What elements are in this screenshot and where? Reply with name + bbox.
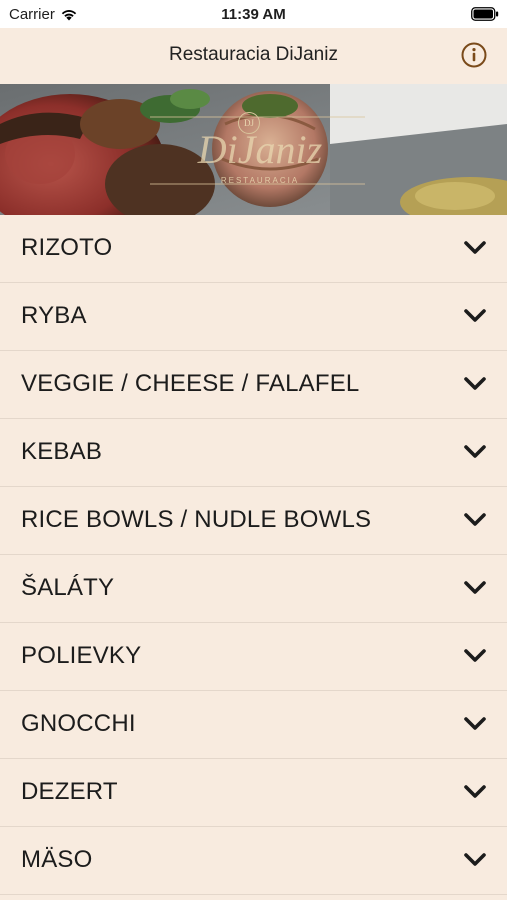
menu-category-label: ŠALÁTY: [21, 574, 115, 601]
status-bar: Carrier 11:39 AM: [0, 0, 507, 28]
menu-category-gnocchi[interactable]: GNOCCHI: [0, 691, 507, 759]
logo-wordmark: DiJaniz: [197, 127, 323, 172]
page-title: Restauracia DiJaniz: [169, 44, 338, 65]
menu-category-rizoto[interactable]: RIZOTO: [0, 215, 507, 283]
menu-category-salaty[interactable]: ŠALÁTY: [0, 555, 507, 623]
menu-category-label: DEZERT: [21, 778, 118, 805]
menu-category-label: MÄSO: [21, 846, 93, 873]
restaurant-logo: DJ DiJaniz RESTAURACIA: [0, 84, 507, 215]
chevron-down-icon[interactable]: [463, 715, 487, 733]
chevron-down-icon[interactable]: [463, 511, 487, 529]
menu-category-kebab[interactable]: KEBAB: [0, 419, 507, 487]
menu-category-label: GNOCCHI: [21, 710, 136, 737]
menu-category-maso[interactable]: MÄSO: [0, 827, 507, 895]
chevron-down-icon[interactable]: [463, 375, 487, 393]
chevron-down-icon[interactable]: [463, 443, 487, 461]
menu-category-label: KEBAB: [21, 438, 103, 465]
clock: 11:39 AM: [221, 6, 286, 23]
chevron-down-icon[interactable]: [463, 579, 487, 597]
menu-category-list: RIZOTO RYBA VEGGIE / CHEESE / FALAFEL KE…: [0, 215, 507, 895]
menu-category-rice-nudle-bowls[interactable]: RICE BOWLS / NUDLE BOWLS: [0, 487, 507, 555]
menu-category-dezert[interactable]: DEZERT: [0, 759, 507, 827]
menu-category-label: POLIEVKY: [21, 642, 142, 669]
chevron-down-icon[interactable]: [463, 783, 487, 801]
menu-category-label: VEGGIE / CHEESE / FALAFEL: [21, 370, 360, 397]
menu-category-veggie-cheese-falafel[interactable]: VEGGIE / CHEESE / FALAFEL: [0, 351, 507, 419]
menu-category-label: RIZOTO: [21, 234, 113, 261]
logo-subtitle: RESTAURACIA: [220, 176, 300, 185]
chevron-down-icon[interactable]: [463, 307, 487, 325]
menu-category-label: RICE BOWLS / NUDLE BOWLS: [21, 506, 372, 533]
battery-icon: [471, 7, 499, 21]
chevron-down-icon[interactable]: [463, 239, 487, 257]
chevron-down-icon[interactable]: [463, 851, 487, 869]
navigation-bar: Restauracia DiJaniz: [0, 28, 507, 84]
menu-category-ryba[interactable]: RYBA: [0, 283, 507, 351]
menu-category-label: RYBA: [21, 302, 87, 329]
chevron-down-icon[interactable]: [463, 647, 487, 665]
banner-image: DJ DiJaniz RESTAURACIA: [0, 84, 507, 215]
menu-category-polievky[interactable]: POLIEVKY: [0, 623, 507, 691]
info-circle-icon[interactable]: [461, 42, 487, 68]
